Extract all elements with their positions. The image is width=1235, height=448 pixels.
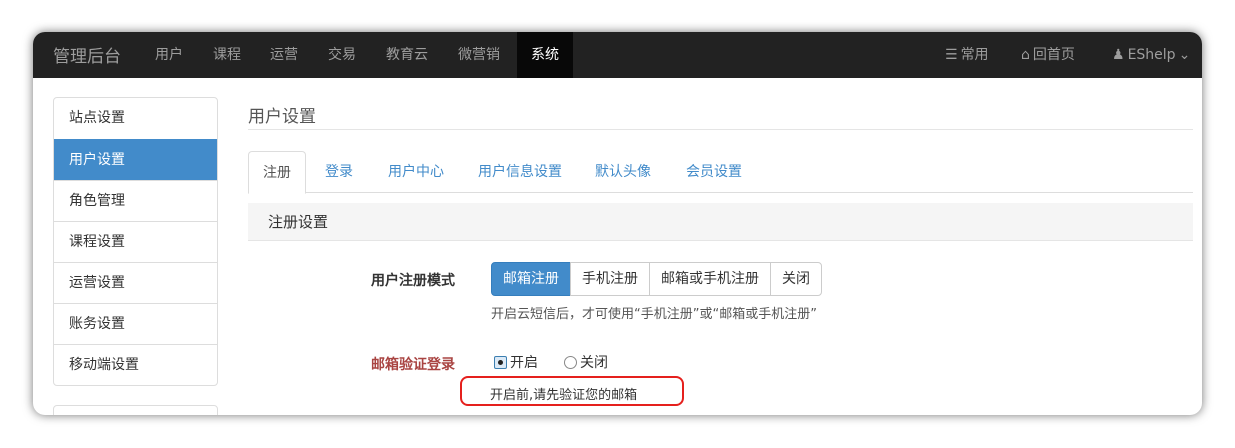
chevron-down-icon: ⌄ — [1178, 47, 1191, 63]
nav-item-operations[interactable]: 运营 — [270, 32, 298, 78]
tab-membership-settings[interactable]: 会员设置 — [686, 151, 742, 193]
register-mode-button-group: 邮箱注册 手机注册 邮箱或手机注册 关闭 — [491, 262, 822, 296]
tab-user-center[interactable]: 用户中心 — [388, 151, 444, 193]
email-verify-off-label[interactable]: 关闭 — [580, 352, 608, 372]
email-verify-radio-group: 开启 关闭 — [494, 352, 608, 372]
tab-user-info-settings[interactable]: 用户信息设置 — [478, 151, 562, 193]
nav-item-courses[interactable]: 课程 — [213, 32, 241, 78]
settings-tabs: 注册 登录 用户中心 用户信息设置 默认头像 会员设置 — [248, 151, 1193, 194]
brand-logo[interactable]: 管理后台 — [53, 42, 121, 67]
annotation-highlight-box — [460, 376, 684, 406]
top-navbar: 管理后台 用户 课程 运营 交易 教育云 微营销 系统 ☰ 常用 ⌂ 回首页 ♟… — [33, 32, 1202, 78]
home-icon: ⌂ — [1021, 47, 1030, 63]
register-mode-email-button[interactable]: 邮箱注册 — [491, 262, 571, 296]
sidebar-item-course-settings[interactable]: 课程设置 — [54, 221, 217, 262]
email-verify-on-radio[interactable] — [494, 355, 507, 369]
user-menu[interactable]: ♟ EShelp ⌄ — [1112, 32, 1190, 78]
user-name: EShelp — [1127, 47, 1176, 63]
nav-home-label: 回首页 — [1032, 47, 1075, 63]
nav-common-label: 常用 — [960, 47, 989, 63]
sidebar-item-user-settings[interactable]: 用户设置 — [54, 139, 217, 180]
app-window: 管理后台 用户 课程 运营 交易 教育云 微营销 系统 ☰ 常用 ⌂ 回首页 ♟… — [33, 32, 1202, 415]
register-mode-email-or-mobile-button[interactable]: 邮箱或手机注册 — [649, 262, 771, 296]
tab-default-avatar[interactable]: 默认头像 — [595, 151, 651, 193]
nav-common-link[interactable]: ☰ 常用 — [945, 32, 989, 78]
tab-login[interactable]: 登录 — [325, 151, 353, 193]
nav-item-trade[interactable]: 交易 — [328, 32, 356, 78]
nav-item-wechat-marketing[interactable]: 微营销 — [458, 32, 500, 78]
email-verify-off-radio[interactable] — [564, 355, 577, 369]
nav-item-edu-cloud[interactable]: 教育云 — [386, 32, 428, 78]
register-mode-help-text: 开启云短信后，才可使用“手机注册”或“邮箱或手机注册” — [491, 307, 817, 322]
title-divider — [248, 129, 1193, 130]
section-title: 注册设置 — [248, 203, 1193, 241]
register-mode-mobile-button[interactable]: 手机注册 — [570, 262, 650, 296]
sidebar-item-finance-settings[interactable]: 账务设置 — [54, 303, 217, 344]
page-title: 用户设置 — [248, 107, 316, 127]
sidebar-secondary-panel — [53, 405, 218, 415]
sidebar-item-role-management[interactable]: 角色管理 — [54, 180, 217, 221]
register-mode-close-button[interactable]: 关闭 — [770, 262, 822, 296]
nav-item-system[interactable]: 系统 — [517, 32, 573, 78]
sidebar-item-site-settings[interactable]: 站点设置 — [54, 98, 217, 139]
sidebar-item-mobile-settings[interactable]: 移动端设置 — [54, 344, 217, 385]
tab-register[interactable]: 注册 — [248, 151, 306, 194]
user-icon: ♟ — [1112, 47, 1125, 63]
register-mode-label: 用户注册模式 — [371, 273, 455, 289]
email-verify-on-label[interactable]: 开启 — [510, 352, 538, 372]
nav-item-users[interactable]: 用户 — [155, 32, 183, 78]
email-verify-label: 邮箱验证登录 — [371, 357, 455, 373]
sidebar: 站点设置 用户设置 角色管理 课程设置 运营设置 账务设置 移动端设置 — [53, 97, 218, 386]
sidebar-item-operation-settings[interactable]: 运营设置 — [54, 262, 217, 303]
nav-home-link[interactable]: ⌂ 回首页 — [1021, 32, 1075, 78]
list-icon: ☰ — [945, 47, 958, 63]
